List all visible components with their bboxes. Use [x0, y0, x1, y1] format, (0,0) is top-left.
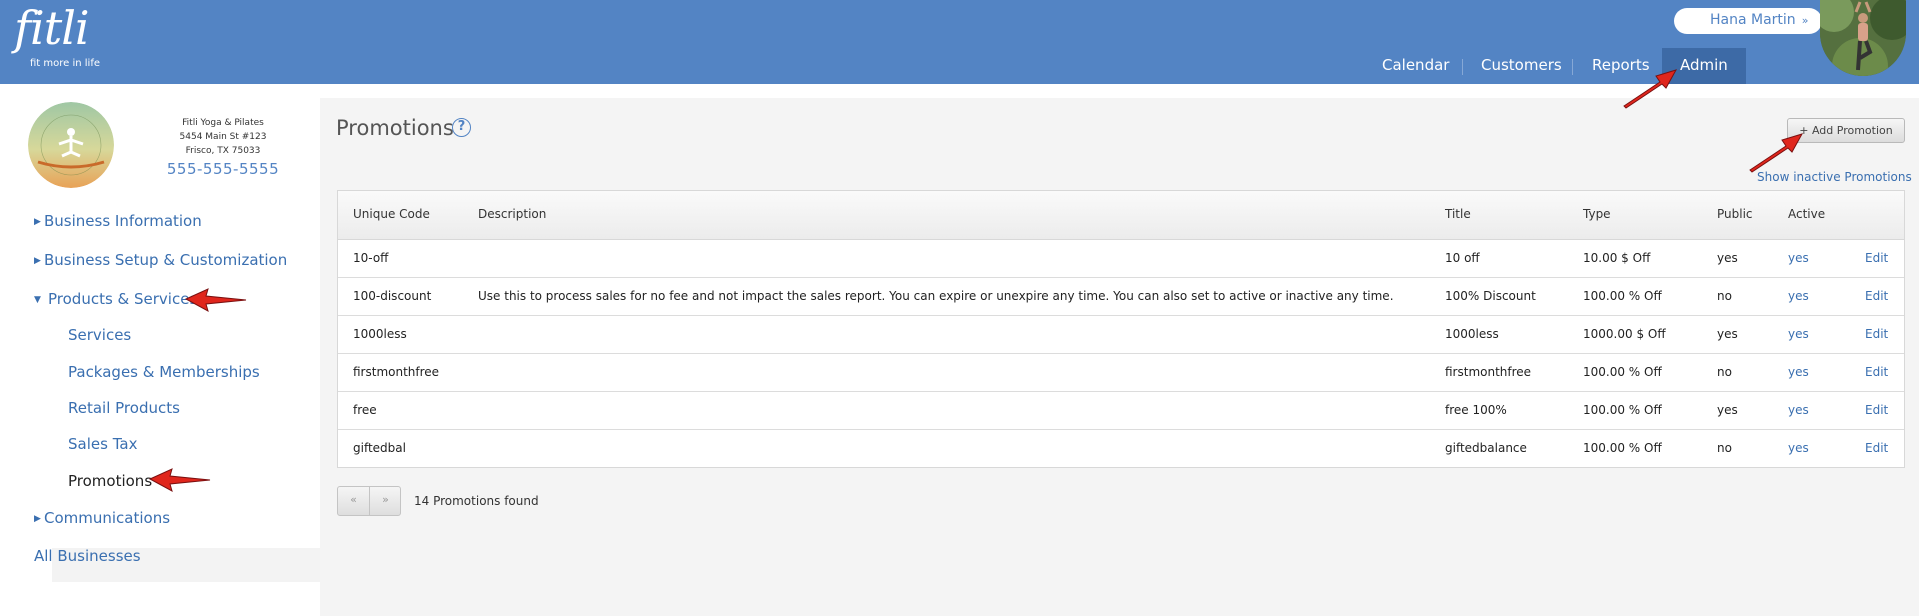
cell-title: giftedbalance: [1445, 441, 1527, 455]
cell-title: free 100%: [1445, 403, 1507, 417]
table-row: firstmonthfree firstmonthfree 100.00 % O…: [338, 354, 1904, 392]
business-logo: [28, 102, 114, 188]
edit-link[interactable]: Edit: [1865, 316, 1888, 353]
cell-title: 100% Discount: [1445, 289, 1536, 303]
edit-link[interactable]: Edit: [1865, 430, 1888, 467]
results-count: 14 Promotions found: [414, 494, 539, 508]
sidebar-item-label: Business Setup & Customization: [44, 251, 288, 269]
cell-code: 1000less: [353, 327, 407, 341]
annotation-arrow-add-promotion: [1749, 133, 1804, 173]
cell-code: firstmonthfree: [353, 365, 440, 379]
sidebar-subitem-packages-memberships[interactable]: Packages & Memberships: [68, 363, 260, 381]
avatar[interactable]: [1820, 0, 1906, 76]
caret-down-icon: ▼: [34, 295, 41, 305]
column-header-active[interactable]: Active: [1788, 191, 1825, 237]
active-toggle-link[interactable]: yes: [1788, 354, 1809, 391]
active-toggle-link[interactable]: yes: [1788, 316, 1809, 353]
admin-sidebar: Fitli Yoga & Pilates 5454 Main St #123 F…: [0, 84, 320, 616]
table-header: Unique Code Description Title Type Publi…: [338, 191, 1904, 240]
cell-type: 100.00 % Off: [1583, 441, 1662, 455]
active-toggle-link[interactable]: yes: [1788, 430, 1809, 467]
nav-customers[interactable]: Customers: [1481, 48, 1562, 84]
cell-description: Use this to process sales for no fee and…: [478, 289, 1394, 303]
chevron-down-icon: »: [1801, 14, 1809, 27]
nav-separator: [1572, 59, 1573, 75]
caret-right-icon: ▶: [34, 514, 41, 524]
sidebar-all-businesses[interactable]: All Businesses: [34, 547, 141, 565]
sidebar-item-label: Communications: [44, 509, 171, 527]
table-row: free free 100% 100.00 % Off yes yes Edit: [338, 392, 1904, 430]
cell-type: 100.00 % Off: [1583, 403, 1662, 417]
cell-public: yes: [1717, 403, 1738, 417]
business-contact: Fitli Yoga & Pilates 5454 Main St #123 F…: [160, 116, 286, 179]
sidebar-subitem-services[interactable]: Services: [68, 326, 131, 344]
table-row: giftedbal giftedbalance 100.00 % Off no …: [338, 430, 1904, 467]
prev-page-button[interactable]: «: [338, 487, 369, 515]
promotions-panel: Promotions ? + Add Promotion Show inacti…: [320, 98, 1919, 616]
cell-code: 10-off: [353, 251, 389, 265]
sidebar-item-products-services[interactable]: ▼ Products & Services: [34, 290, 197, 308]
cell-type: 100.00 % Off: [1583, 365, 1662, 379]
edit-link[interactable]: Edit: [1865, 354, 1888, 391]
column-header-title[interactable]: Title: [1445, 191, 1471, 237]
cell-public: no: [1717, 441, 1732, 455]
sidebar-subitem-promotions[interactable]: Promotions: [68, 472, 152, 490]
sidebar-item-business-information[interactable]: ▶ Business Information: [34, 212, 202, 230]
sidebar-subitem-sales-tax[interactable]: Sales Tax: [68, 435, 137, 453]
cell-title: 10 off: [1445, 251, 1480, 265]
table-row: 100-discount Use this to process sales f…: [338, 278, 1904, 316]
fitli-logo[interactable]: fitli fit more in life: [14, 1, 100, 69]
sidebar-item-business-setup[interactable]: ▶ Business Setup & Customization: [34, 251, 287, 269]
cell-title: firstmonthfree: [1445, 365, 1532, 379]
cell-code: giftedbal: [353, 441, 406, 455]
table-row: 10-off 10 off 10.00 $ Off yes yes Edit: [338, 240, 1904, 278]
logo-wordmark: fitli: [14, 1, 90, 55]
table-row: 1000less 1000less 1000.00 $ Off yes yes …: [338, 316, 1904, 354]
business-name: Fitli Yoga & Pilates: [182, 118, 264, 128]
user-menu[interactable]: Hana Martin »: [1674, 8, 1822, 34]
annotation-arrow-products-services: [184, 288, 247, 313]
cell-public: yes: [1717, 251, 1738, 265]
nav-calendar[interactable]: Calendar: [1382, 48, 1449, 84]
active-toggle-link[interactable]: yes: [1788, 240, 1809, 277]
business-address-line1: 5454 Main St #123: [179, 132, 267, 142]
cell-public: no: [1717, 289, 1732, 303]
business-phone[interactable]: 555-555-5555: [160, 159, 286, 179]
pagination: « »: [337, 486, 401, 516]
caret-right-icon: ▶: [34, 256, 41, 266]
column-header-unique-code[interactable]: Unique Code: [353, 191, 430, 237]
cell-public: yes: [1717, 327, 1738, 341]
cell-type: 1000.00 $ Off: [1583, 327, 1666, 341]
cell-type: 10.00 $ Off: [1583, 251, 1651, 265]
next-page-button[interactable]: »: [370, 487, 401, 515]
active-toggle-link[interactable]: yes: [1788, 392, 1809, 429]
promotions-table: Unique Code Description Title Type Publi…: [337, 190, 1905, 468]
cell-code: free: [353, 403, 377, 417]
annotation-arrow-promotions: [148, 468, 211, 493]
edit-link[interactable]: Edit: [1865, 240, 1888, 277]
edit-link[interactable]: Edit: [1865, 278, 1888, 315]
annotation-arrow-admin: [1623, 69, 1678, 109]
column-header-description[interactable]: Description: [478, 191, 546, 237]
sidebar-item-communications[interactable]: ▶ Communications: [34, 509, 170, 527]
caret-right-icon: ▶: [34, 217, 41, 227]
sidebar-subitem-retail-products[interactable]: Retail Products: [68, 399, 180, 417]
page-title: Promotions: [336, 116, 454, 140]
column-header-type[interactable]: Type: [1583, 191, 1611, 237]
active-toggle-link[interactable]: yes: [1788, 278, 1809, 315]
edit-link[interactable]: Edit: [1865, 392, 1888, 429]
cell-code: 100-discount: [353, 289, 432, 303]
column-header-public[interactable]: Public: [1717, 191, 1753, 237]
logo-tagline: fit more in life: [30, 58, 101, 69]
business-address-line2: Frisco, TX 75033: [185, 146, 261, 156]
cell-type: 100.00 % Off: [1583, 289, 1662, 303]
cell-title: 1000less: [1445, 327, 1499, 341]
help-icon[interactable]: ?: [452, 118, 471, 137]
user-name: Hana Martin: [1710, 12, 1796, 28]
sidebar-item-label: Products & Services: [48, 290, 198, 308]
cell-public: no: [1717, 365, 1732, 379]
sidebar-item-label: Business Information: [44, 212, 202, 230]
nav-separator: [1462, 59, 1463, 75]
